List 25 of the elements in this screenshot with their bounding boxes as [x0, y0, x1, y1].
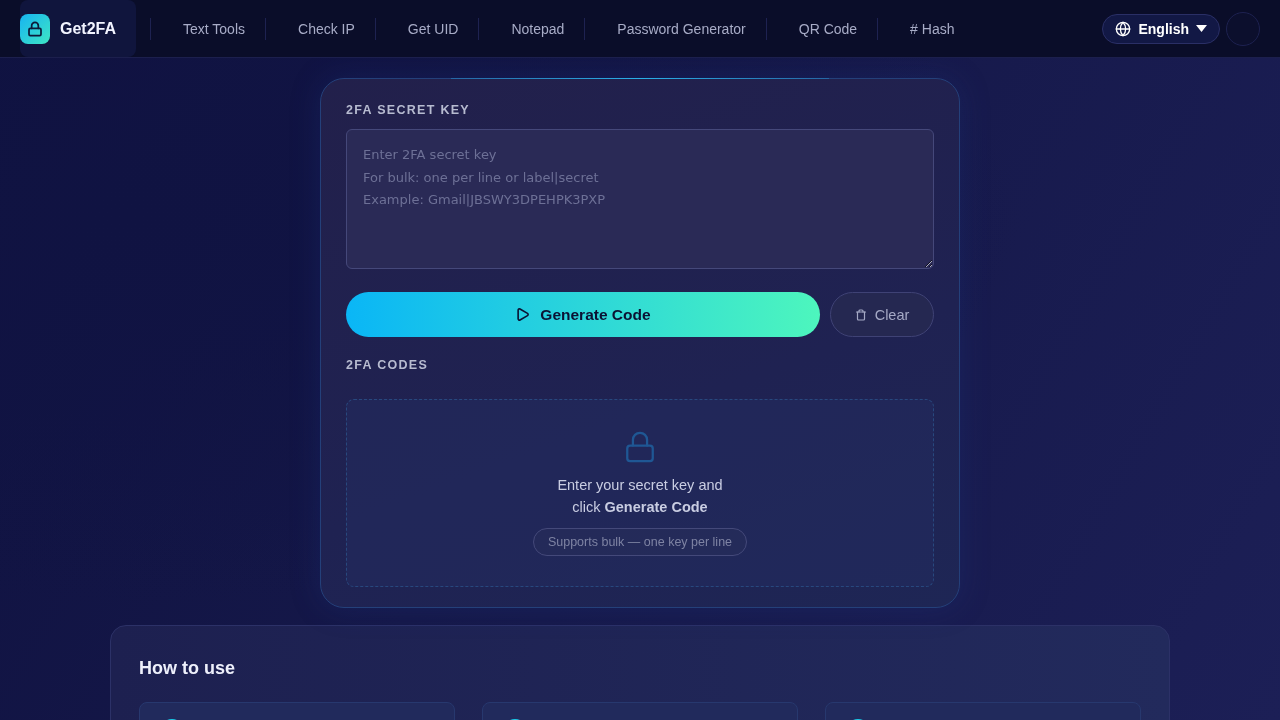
nav-link[interactable]: # Hash [890, 12, 975, 45]
generate-code-button[interactable]: Generate Code [346, 292, 820, 337]
nav-link[interactable]: QR Code [778, 12, 878, 45]
empty-state-message: Enter your secret key and click Generate Code [556, 476, 724, 517]
trash-icon [854, 308, 867, 321]
secret-key-field[interactable]: Enter 2FA secret key For bulk: one per line or label|secret Example: Gmail|JBSWY3DPEHPK3PXP [346, 129, 934, 269]
nav-link[interactable]: Text Tools [163, 12, 265, 45]
logo-link[interactable]: Get2FA [20, 0, 136, 57]
nav-link[interactable]: Notepad [491, 12, 585, 45]
nav-link[interactable]: Get UID [387, 12, 479, 45]
logo-lock-icon [20, 13, 50, 44]
brand-name: Get2FA [60, 19, 116, 38]
language-selector[interactable]: English [1102, 13, 1220, 44]
nav-link[interactable]: Password Generator [597, 12, 766, 45]
nav-link[interactable]: Check IP [278, 12, 375, 45]
section-title: How to use [139, 657, 236, 679]
play-icon [515, 307, 531, 322]
section-label: 2FA SECRET KEY [346, 103, 471, 117]
clear-button[interactable]: Clear [830, 292, 934, 337]
bulk-hint-tag: Supports bulk — one key per line [532, 528, 748, 556]
circle-button[interactable] [1226, 11, 1260, 46]
lock-icon [623, 430, 657, 464]
globe-icon [1115, 20, 1132, 37]
caret-down-icon [1196, 25, 1207, 32]
section-label: 2FA CODES [346, 358, 430, 372]
